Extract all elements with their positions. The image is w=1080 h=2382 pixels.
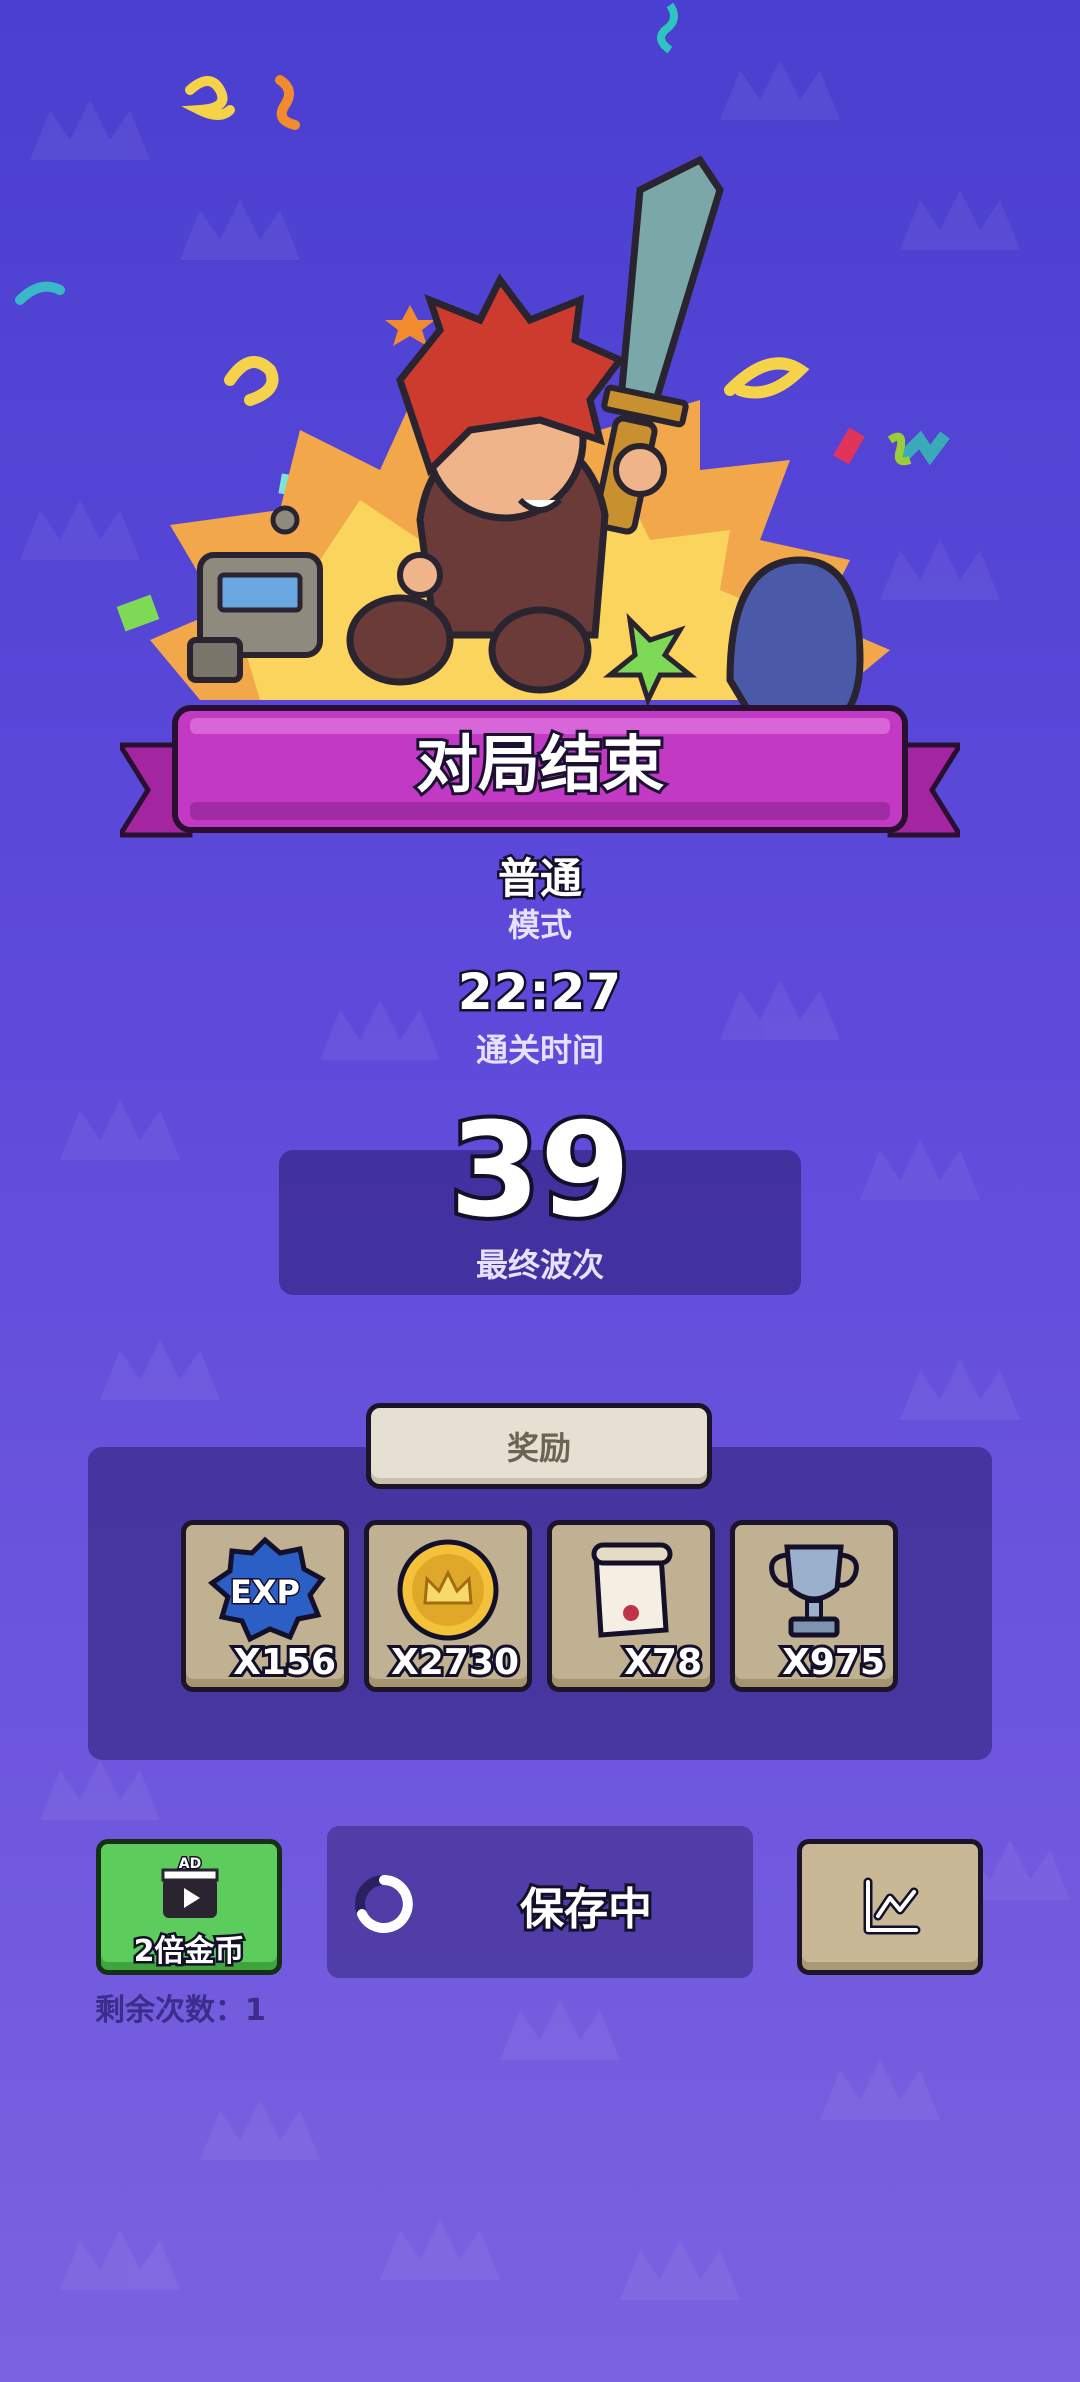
ad-video-icon: AD — [161, 1856, 219, 1918]
reward-scroll[interactable]: X78 — [547, 1520, 715, 1692]
ad-badge-text: AD — [179, 1856, 201, 1872]
stats-chart-icon — [863, 1877, 921, 1935]
reward-exp[interactable]: EXP X156 — [181, 1520, 349, 1692]
mode-label: 模式 — [507, 906, 572, 944]
exp-badge-icon: EXP — [207, 1536, 326, 1643]
gold-coin-icon — [397, 1539, 499, 1641]
trophy-icon — [769, 1544, 859, 1638]
reward-exp-count: X156 — [230, 1639, 339, 1686]
mode-value: 普通 — [495, 852, 584, 906]
clear-time-value: 22:27 — [455, 961, 623, 1024]
stats-button[interactable] — [797, 1839, 983, 1975]
saving-label: 保存中 — [517, 1881, 655, 1938]
final-wave-label: 最终波次 — [475, 1246, 604, 1284]
loading-spinner-icon — [355, 1875, 413, 1933]
scroll-icon — [591, 1542, 673, 1638]
reward-scroll-count: X78 — [621, 1639, 705, 1686]
remaining-count: 剩余次数：1 — [95, 1993, 266, 2028]
victory-hero-illustration — [15, 2, 950, 736]
svg-text:EXP: EXP — [230, 1573, 300, 1611]
double-gold-ad-button[interactable]: AD 2倍金币 — [96, 1839, 282, 1975]
result-title: 对局结束 — [413, 725, 667, 804]
reward-gold-count: X2730 — [388, 1639, 522, 1686]
rewards-tab: 奖励 — [366, 1403, 712, 1489]
reward-trophy-count: X975 — [779, 1639, 888, 1686]
clear-time-label: 通关时间 — [475, 1031, 604, 1069]
double-gold-label: 2倍金币 — [131, 1932, 247, 1972]
reward-trophy[interactable]: X975 — [730, 1520, 898, 1692]
final-wave-value: 39 — [446, 1094, 635, 1246]
reward-gold[interactable]: X2730 — [364, 1520, 532, 1692]
